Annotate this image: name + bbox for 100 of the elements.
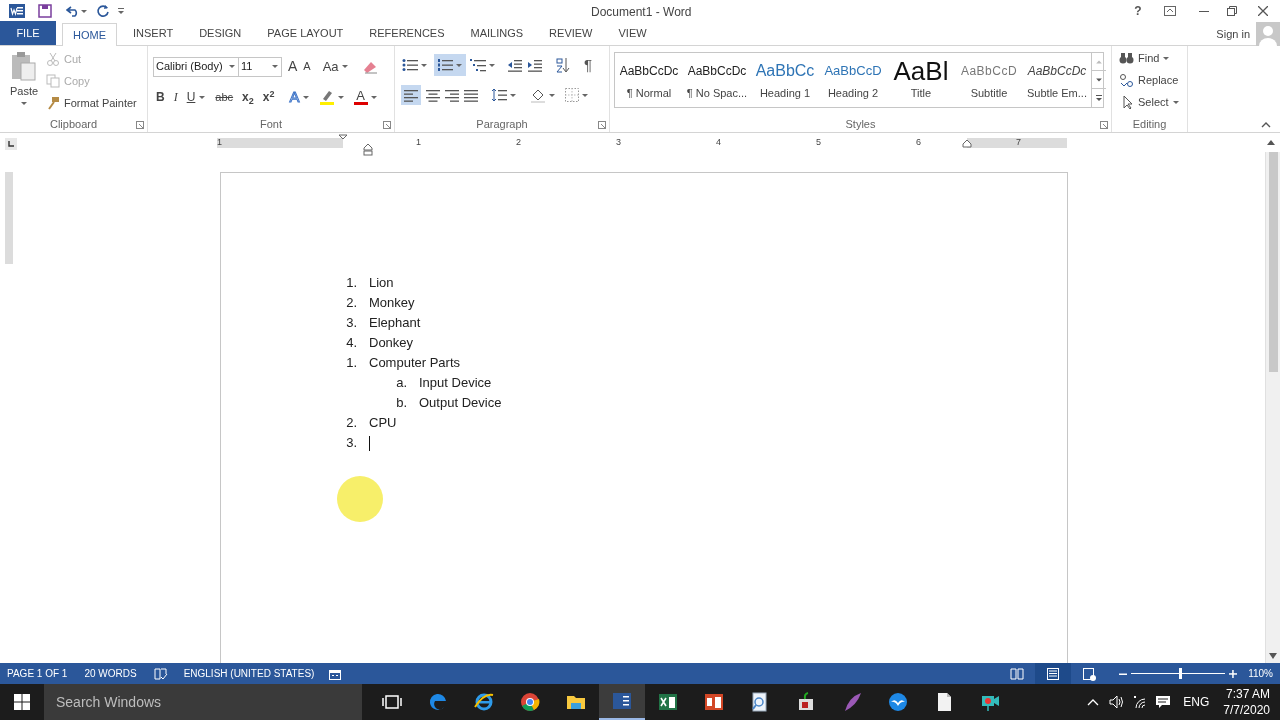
- caret-icon[interactable]: [455, 61, 463, 69]
- style-option[interactable]: AaBbCcDc ¶ No Spac...: [683, 53, 751, 107]
- bird-app-icon[interactable]: [887, 691, 909, 713]
- caret-icon[interactable]: [581, 91, 589, 99]
- view-button[interactable]: [1035, 663, 1072, 684]
- ribbon-tab[interactable]: HOME: [62, 23, 117, 46]
- dialog-launcher-icon[interactable]: [136, 121, 144, 129]
- zoom-in-icon[interactable]: [1229, 669, 1238, 678]
- caret-icon[interactable]: [20, 99, 28, 107]
- style-option[interactable]: AaBbCcD Heading 2: [819, 53, 887, 107]
- style-option[interactable]: AaBbCc Heading 1: [751, 53, 819, 107]
- style-option[interactable]: AaBl Title: [887, 53, 955, 107]
- align-center-icon[interactable]: [426, 88, 440, 102]
- tab-selector-icon[interactable]: [5, 138, 17, 150]
- select-button[interactable]: Select: [1119, 94, 1180, 111]
- decrease-indent-icon[interactable]: [508, 58, 524, 73]
- clock-date[interactable]: 7/7/2020: [1223, 702, 1270, 718]
- zoom-level[interactable]: 110%: [1248, 666, 1273, 681]
- zoom-slider[interactable]: [1131, 668, 1226, 679]
- volume-icon[interactable]: [1109, 695, 1126, 709]
- style-option[interactable]: AaBbCcDc ¶ Normal: [615, 53, 683, 107]
- highlight-button[interactable]: [318, 89, 345, 106]
- font-size-field[interactable]: 11: [238, 56, 282, 77]
- align-right-icon[interactable]: [445, 88, 459, 102]
- paint-bucket-icon[interactable]: [530, 87, 546, 103]
- shrink-font-button[interactable]: A: [303, 58, 311, 75]
- bold-button[interactable]: B: [156, 88, 165, 107]
- change-case-button[interactable]: Aa: [322, 56, 349, 77]
- restore-icon[interactable]: [1227, 6, 1237, 16]
- replace-button[interactable]: Replace: [1119, 72, 1179, 89]
- ribbon-tab[interactable]: FILE: [0, 21, 56, 45]
- caret-icon[interactable]: [369, 93, 378, 101]
- start-icon[interactable]: [14, 694, 30, 710]
- ribbon-tab[interactable]: DESIGN: [189, 22, 252, 45]
- caret-icon[interactable]: [340, 63, 349, 70]
- macro-icon[interactable]: [329, 667, 342, 680]
- save-icon[interactable]: [38, 4, 52, 18]
- language-indicator[interactable]: ENGLISH (UNITED STATES): [183, 666, 315, 681]
- bullet-list-icon[interactable]: [402, 58, 418, 73]
- input-language[interactable]: ENG: [1183, 693, 1210, 711]
- justify-icon[interactable]: [464, 88, 478, 102]
- font-name-field[interactable]: Calibri (Body): [153, 56, 239, 77]
- help-button[interactable]: ?: [1126, 2, 1150, 20]
- ribbon-tab[interactable]: INSERT: [123, 22, 184, 45]
- print-view-icon[interactable]: [1046, 666, 1061, 681]
- numbering-button[interactable]: [434, 54, 466, 77]
- highlighter-icon[interactable]: [318, 89, 335, 106]
- multilevel-list-icon[interactable]: [470, 58, 486, 73]
- ribbon-tab[interactable]: REVIEW: [539, 22, 603, 45]
- ribbon-tab[interactable]: PAGE LAYOUT: [257, 22, 354, 45]
- caret-icon[interactable]: [336, 93, 345, 101]
- search-field[interactable]: Search Windows: [44, 684, 362, 720]
- line-spacing-icon[interactable]: [491, 88, 507, 102]
- sign-in-link[interactable]: Sign in: [1216, 25, 1250, 43]
- notification-icon[interactable]: [1155, 694, 1172, 710]
- borders-button[interactable]: [565, 88, 589, 102]
- web-view-icon[interactable]: [1082, 666, 1097, 681]
- underline-button[interactable]: U: [186, 88, 207, 107]
- paste-button[interactable]: Paste: [6, 51, 42, 111]
- show-formatting-button[interactable]: ¶: [584, 54, 593, 77]
- caret-icon[interactable]: [228, 63, 236, 70]
- caret-icon[interactable]: [301, 93, 310, 101]
- proofing-icon[interactable]: [153, 667, 168, 680]
- subscript-button[interactable]: x$_{2}$: [242, 88, 254, 107]
- format-painter-button[interactable]: Format Painter: [46, 93, 137, 113]
- caret-icon[interactable]: [420, 61, 428, 69]
- increase-indent-icon[interactable]: [528, 58, 544, 73]
- scroll-thumb[interactable]: [1269, 152, 1278, 372]
- paintbrush-icon[interactable]: [46, 96, 60, 110]
- caret-icon[interactable]: [1171, 98, 1180, 106]
- shading-button[interactable]: [530, 87, 556, 103]
- undo-icon[interactable]: [66, 5, 80, 17]
- ribbon-tab[interactable]: REFERENCES: [359, 22, 455, 45]
- scroll-down-icon[interactable]: [1267, 651, 1279, 661]
- ribbon-tab[interactable]: VIEW: [608, 22, 657, 45]
- clock-time[interactable]: 7:37 AM: [1225, 686, 1270, 702]
- superscript-button[interactable]: x$^{2}$: [262, 88, 275, 107]
- sort-icon[interactable]: [556, 57, 570, 74]
- binoculars-icon[interactable]: [1119, 51, 1135, 66]
- find-button[interactable]: Find: [1119, 50, 1171, 67]
- customize-toolbar-icon[interactable]: [117, 7, 125, 15]
- read-view-icon[interactable]: [1010, 666, 1025, 681]
- caret-icon[interactable]: [509, 91, 517, 99]
- ribbon-display-icon[interactable]: [1164, 6, 1176, 16]
- style-option[interactable]: AaBbCcD Subtitle: [955, 53, 1023, 107]
- style-option[interactable]: AaBbCcDc Subtle Em...: [1023, 53, 1091, 107]
- ribbon-tab[interactable]: MAILINGS: [460, 22, 534, 45]
- collapse-ribbon-icon[interactable]: [1261, 120, 1271, 128]
- caret-icon[interactable]: [271, 63, 279, 70]
- caret-icon[interactable]: [80, 7, 88, 15]
- zoom-thumb[interactable]: [1179, 668, 1183, 679]
- font-color-button[interactable]: A: [353, 89, 378, 106]
- line-spacing-button[interactable]: [491, 88, 517, 102]
- numbered-list-icon[interactable]: [437, 58, 453, 73]
- clipboard-icon[interactable]: [10, 51, 38, 81]
- replace-icon[interactable]: [1119, 73, 1135, 88]
- strikethrough-button[interactable]: abc: [215, 89, 234, 106]
- borders-icon[interactable]: [565, 88, 579, 102]
- italic-button[interactable]: I: [173, 88, 178, 107]
- dialog-launcher-icon[interactable]: [1100, 121, 1108, 129]
